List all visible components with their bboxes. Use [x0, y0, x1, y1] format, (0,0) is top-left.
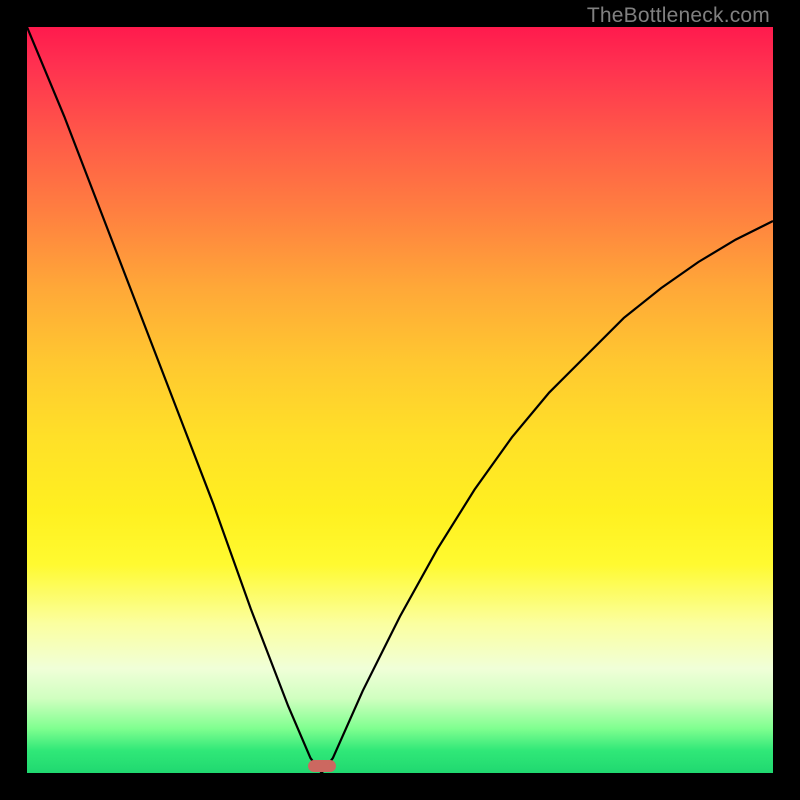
plot-area [27, 27, 773, 773]
optimal-marker [308, 760, 336, 772]
chart-container: TheBottleneck.com [0, 0, 800, 800]
watermark-text: TheBottleneck.com [587, 4, 770, 28]
bottleneck-curve [27, 27, 773, 773]
